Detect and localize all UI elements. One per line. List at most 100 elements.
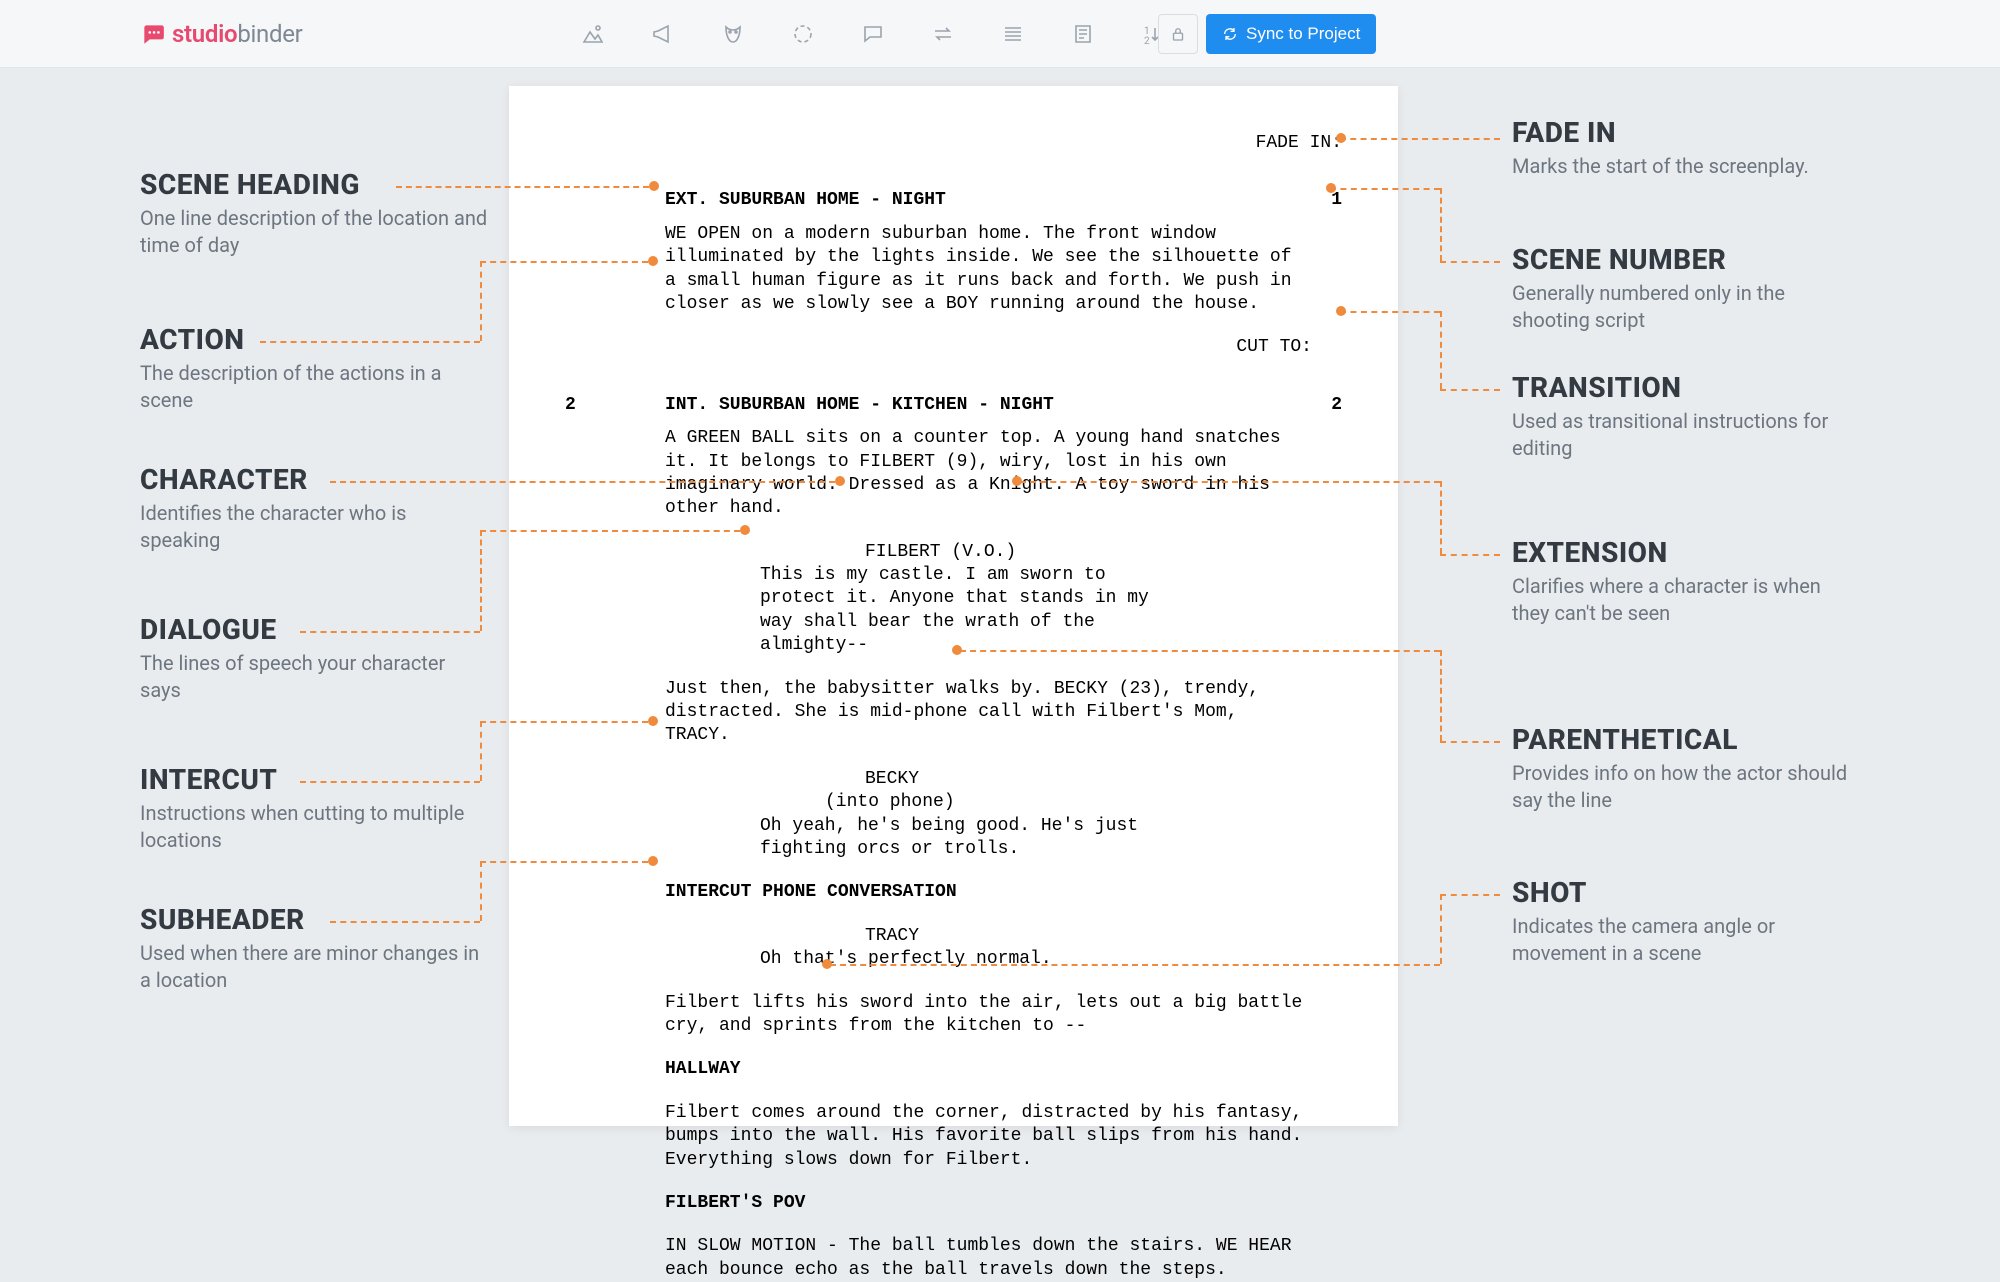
connector-dot	[648, 256, 658, 266]
top-toolbar: studiobinder 12 Sync to Project	[0, 0, 2000, 68]
scene1-number: 1	[1302, 189, 1342, 212]
anno-dialogue: DIALOGUE The lines of speech your charac…	[140, 613, 490, 704]
anno-desc: The description of the actions in a scen…	[140, 360, 490, 414]
anno-title: FADE IN	[1512, 116, 1862, 149]
character-1: FILBERT (V.O.)	[565, 541, 1342, 564]
anno-title: SUBHEADER	[140, 903, 490, 936]
anno-desc: Identifies the character who is speaking	[140, 500, 490, 554]
anno-scenenum: SCENE NUMBER Generally numbered only in …	[1512, 243, 1862, 334]
fade-in-text: FADE IN:	[565, 132, 1342, 155]
connector-dot	[1326, 183, 1336, 193]
connector-dot	[952, 645, 962, 655]
connector	[960, 650, 1440, 652]
connector	[1340, 311, 1440, 313]
dialogue-1: This is my castle. I am sworn to protect…	[565, 564, 1342, 658]
anno-paren: PARENTHETICAL Provides info on how the a…	[1512, 723, 1862, 814]
stage: FADE IN: EXT. SUBURBAN HOME - NIGHT 1 WE…	[0, 68, 2000, 1125]
speech-bubble-icon[interactable]	[860, 21, 886, 47]
anno-desc: Instructions when cutting to multiple lo…	[140, 800, 490, 854]
connector-dot	[835, 476, 845, 486]
connector	[1440, 650, 1442, 741]
scene-icon[interactable]	[580, 21, 606, 47]
anno-title: SHOT	[1512, 876, 1862, 909]
connector-dot	[822, 959, 832, 969]
brand-text-2: binder	[237, 20, 302, 48]
anno-title: ACTION	[140, 323, 490, 356]
scene1-heading-text: EXT. SUBURBAN HOME - NIGHT	[611, 189, 1302, 212]
brand-logo[interactable]: studiobinder	[140, 20, 303, 48]
intercut-line: INTERCUT PHONE CONVERSATION	[565, 881, 1342, 904]
character-2: BECKY	[565, 768, 1342, 791]
scene-heading-1: EXT. SUBURBAN HOME - NIGHT 1	[565, 189, 1342, 212]
connector	[1440, 311, 1442, 389]
action-3: Just then, the babysitter walks by. BECK…	[565, 678, 1342, 748]
transition-1: CUT TO:	[565, 336, 1342, 359]
action-6: IN SLOW MOTION - The ball tumbles down t…	[565, 1235, 1342, 1282]
anno-desc: Used as transitional instructions for ed…	[1512, 408, 1862, 462]
connector-dot	[649, 181, 659, 191]
anno-desc: Indicates the camera angle or movement i…	[1512, 913, 1862, 967]
chat-bubble-icon	[140, 21, 166, 47]
connector	[1330, 188, 1440, 190]
anno-fadein: FADE IN Marks the start of the screenpla…	[1512, 116, 1862, 180]
scene2-number-left: 2	[565, 394, 611, 417]
character-3: TRACY	[565, 925, 1342, 948]
connector	[480, 721, 482, 781]
action-5: Filbert comes around the corner, distrac…	[565, 1102, 1342, 1172]
connector	[330, 481, 835, 483]
circle-dashed-icon[interactable]	[790, 21, 816, 47]
anno-title: CHARACTER	[140, 463, 490, 496]
brand-text-1: studio	[172, 20, 237, 48]
connector	[260, 341, 480, 343]
connector-dot	[648, 856, 658, 866]
scene2-heading-text: INT. SUBURBAN HOME - KITCHEN - NIGHT	[611, 394, 1302, 417]
connector	[480, 721, 648, 723]
action-1: WE OPEN on a modern suburban home. The f…	[565, 223, 1342, 317]
connector	[1440, 554, 1500, 556]
lines-icon[interactable]	[1000, 21, 1026, 47]
anno-desc: Clarifies where a character is when they…	[1512, 573, 1862, 627]
anno-desc: Generally numbered only in the shooting …	[1512, 280, 1862, 334]
connector	[480, 861, 648, 863]
sync-to-project-button[interactable]: Sync to Project	[1206, 14, 1376, 54]
connector	[300, 781, 480, 783]
connector	[830, 964, 1440, 966]
connector	[1440, 481, 1442, 554]
connector-dot	[740, 525, 750, 535]
anno-subheader: SUBHEADER Used when there are minor chan…	[140, 903, 490, 994]
anno-desc: Provides info on how the actor should sa…	[1512, 760, 1862, 814]
connector	[480, 530, 740, 532]
anno-title: DIALOGUE	[140, 613, 490, 646]
lock-button[interactable]	[1158, 14, 1198, 54]
connector	[300, 631, 480, 633]
anno-intercut: INTERCUT Instructions when cutting to mu…	[140, 763, 490, 854]
connector	[1440, 894, 1442, 964]
connector-dot	[1336, 133, 1346, 143]
anno-desc: The lines of speech your character says	[140, 650, 490, 704]
parenthetical-1: (into phone)	[565, 791, 1342, 814]
svg-text:2: 2	[1144, 36, 1150, 46]
script-page: FADE IN: EXT. SUBURBAN HOME - NIGHT 1 WE…	[509, 86, 1398, 1126]
connector	[480, 530, 482, 631]
connector	[1440, 188, 1442, 261]
anno-action: ACTION The description of the actions in…	[140, 323, 490, 414]
anno-scene-heading: SCENE HEADING One line description of th…	[140, 168, 490, 259]
connector-dot	[648, 716, 658, 726]
sync-icon	[1222, 26, 1238, 42]
anno-desc: Marks the start of the screenplay.	[1512, 153, 1862, 180]
anno-title: SCENE NUMBER	[1512, 243, 1862, 276]
megaphone-icon[interactable]	[650, 21, 676, 47]
connector	[396, 186, 649, 188]
anno-title: PARENTHETICAL	[1512, 723, 1862, 756]
dialogue-2: Oh yeah, he's being good. He's just figh…	[565, 815, 1342, 862]
anno-extension: EXTENSION Clarifies where a character is…	[1512, 536, 1862, 627]
mask-icon[interactable]	[720, 21, 746, 47]
swap-arrows-icon[interactable]	[930, 21, 956, 47]
shot-line: FILBERT'S POV	[565, 1192, 1342, 1215]
connector-dot	[1012, 476, 1022, 486]
note-icon[interactable]	[1070, 21, 1096, 47]
anno-title: SCENE HEADING	[140, 168, 490, 201]
anno-shot: SHOT Indicates the camera angle or movem…	[1512, 876, 1862, 967]
sync-label: Sync to Project	[1246, 24, 1360, 44]
connector-dot	[1336, 306, 1346, 316]
